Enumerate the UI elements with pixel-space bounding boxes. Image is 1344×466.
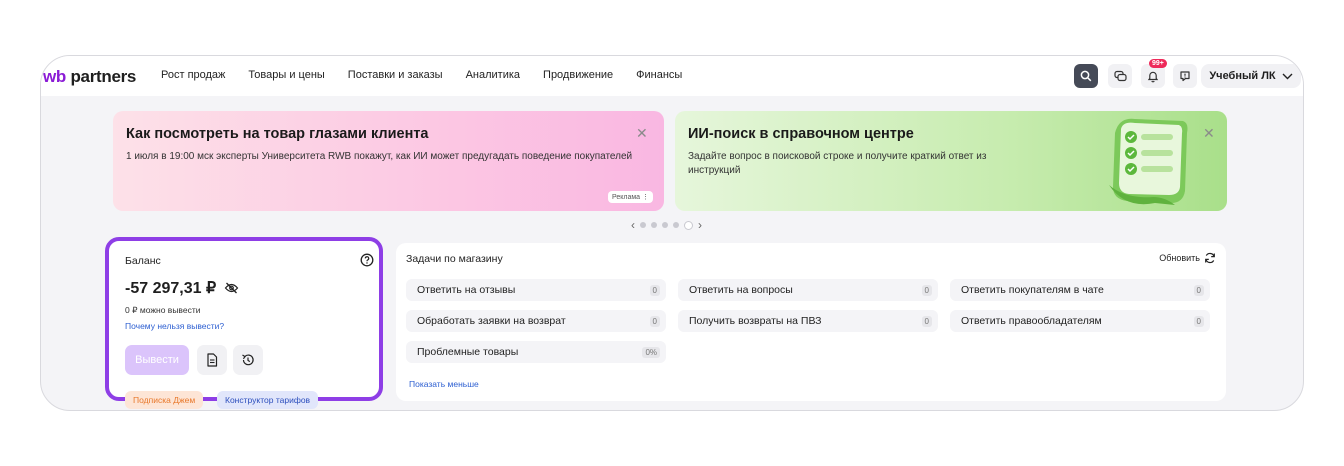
- checklist-book-illustration: [1109, 118, 1188, 205]
- banner-carousel-pager: ‹ ›: [631, 218, 702, 232]
- task-count: 0: [1193, 284, 1204, 296]
- carousel-dot-active[interactable]: [684, 220, 693, 230]
- task-label: Проблемные товары: [417, 346, 519, 358]
- show-less-link[interactable]: Показать меньше: [409, 379, 479, 389]
- documents-button[interactable]: [197, 345, 227, 375]
- task-pickup-returns[interactable]: Получить возвраты на ПВЗ 0: [678, 310, 938, 332]
- logo-wb: wb: [43, 67, 67, 86]
- banner-text: Задайте вопрос в поисковой строке и полу…: [688, 151, 987, 176]
- refresh-button[interactable]: Обновить: [1159, 252, 1216, 264]
- feedback-button[interactable]: [1173, 64, 1197, 88]
- carousel-dot[interactable]: [651, 222, 657, 228]
- close-icon[interactable]: ✕: [636, 125, 648, 142]
- task-label: Ответить на отзывы: [417, 284, 516, 296]
- refresh-icon: [1205, 252, 1215, 264]
- nav-supplies[interactable]: Поставки и заказы: [348, 69, 443, 81]
- task-count: 0%: [642, 346, 660, 358]
- logo-partners: partners: [70, 67, 137, 86]
- app-window: wb partners Рост продаж Товары и цены По…: [40, 55, 1304, 411]
- task-label: Ответить правообладателям: [961, 315, 1102, 327]
- eye-off-icon[interactable]: [224, 282, 239, 294]
- notification-count-badge: 99+: [1149, 59, 1167, 68]
- nav-promotion[interactable]: Продвижение: [543, 69, 613, 81]
- help-circle-icon[interactable]: [360, 253, 374, 267]
- top-bar: wb partners Рост продаж Товары и цены По…: [41, 56, 1303, 96]
- task-reply-reviews[interactable]: Ответить на отзывы 0: [406, 279, 666, 301]
- wb-partners-logo[interactable]: wb partners: [43, 67, 136, 87]
- document-icon: [207, 353, 218, 367]
- search-button[interactable]: [1074, 64, 1098, 88]
- task-count: 0: [921, 284, 932, 296]
- task-label: Ответить на вопросы: [689, 284, 793, 296]
- banner-text: 1 июля в 19:00 мск эксперты Университета…: [126, 151, 633, 162]
- store-tasks-card: Задачи по магазину Обновить Ответить на …: [396, 243, 1226, 401]
- balance-amount: -57 297,31 ₽: [125, 280, 217, 297]
- message-alert-icon: [1180, 71, 1190, 82]
- task-reply-chat[interactable]: Ответить покупателям в чате 0: [950, 279, 1210, 301]
- history-button[interactable]: [233, 345, 263, 375]
- chevron-right-icon[interactable]: ›: [698, 218, 702, 232]
- history-icon: [242, 354, 254, 366]
- task-label: Ответить покупателям в чате: [961, 284, 1104, 296]
- banner-title: ИИ-поиск в справочном центре: [688, 126, 914, 142]
- account-name: Учебный ЛК: [1209, 70, 1276, 82]
- nav-growth[interactable]: Рост продаж: [161, 69, 225, 81]
- carousel-dot[interactable]: [673, 222, 679, 228]
- carousel-dot[interactable]: [640, 222, 646, 228]
- subscription-chip[interactable]: Подписка Джем: [125, 391, 204, 409]
- ad-label-badge[interactable]: Реклама ⋮: [608, 191, 654, 203]
- task-count: 0: [1193, 315, 1204, 327]
- task-label: Обработать заявки на возврат: [417, 315, 566, 327]
- task-process-returns[interactable]: Обработать заявки на возврат 0: [406, 310, 666, 332]
- refresh-label: Обновить: [1159, 253, 1200, 263]
- close-icon[interactable]: ✕: [1203, 125, 1215, 142]
- nav-analytics[interactable]: Аналитика: [466, 69, 520, 81]
- promo-banner-ai-search[interactable]: ИИ-поиск в справочном центре Задайте воп…: [675, 111, 1227, 211]
- nav-finance[interactable]: Финансы: [636, 69, 682, 81]
- task-reply-questions[interactable]: Ответить на вопросы 0: [678, 279, 938, 301]
- task-count: 0: [921, 315, 932, 327]
- tariff-builder-chip[interactable]: Конструктор тарифов: [217, 391, 319, 409]
- balance-amount-row: -57 297,31 ₽: [125, 278, 239, 298]
- task-problem-products[interactable]: Проблемные товары 0%: [406, 341, 666, 363]
- chevron-left-icon[interactable]: ‹: [631, 218, 635, 232]
- task-reply-rightholders[interactable]: Ответить правообладателям 0: [950, 310, 1210, 332]
- tasks-title: Задачи по магазину: [406, 253, 503, 265]
- promo-banner-university[interactable]: Как посмотреть на товар глазами клиента …: [113, 111, 664, 211]
- bell-icon: [1147, 71, 1159, 82]
- task-count: 0: [649, 284, 660, 296]
- main-nav: Рост продаж Товары и цены Поставки и зак…: [161, 69, 705, 81]
- banner-title: Как посмотреть на товар глазами клиента: [126, 126, 429, 142]
- nav-products[interactable]: Товары и цены: [248, 69, 324, 81]
- balance-card: Баланс -57 297,31 ₽ 0 ₽ можно вывести По…: [105, 237, 383, 409]
- why-cant-withdraw-link[interactable]: Почему нельзя вывести?: [125, 321, 224, 331]
- chevron-down-icon: [1282, 73, 1293, 79]
- balance-label: Баланс: [125, 255, 161, 267]
- task-label: Получить возвраты на ПВЗ: [689, 315, 822, 327]
- chat-icon: [1113, 70, 1127, 82]
- task-count: 0: [649, 315, 660, 327]
- carousel-dot[interactable]: [662, 222, 668, 228]
- chat-button[interactable]: [1108, 64, 1132, 88]
- withdraw-button[interactable]: Вывести: [125, 345, 189, 375]
- account-switcher[interactable]: Учебный ЛК: [1201, 64, 1301, 88]
- search-icon: [1080, 70, 1092, 82]
- available-to-withdraw: 0 ₽ можно вывести: [125, 305, 201, 315]
